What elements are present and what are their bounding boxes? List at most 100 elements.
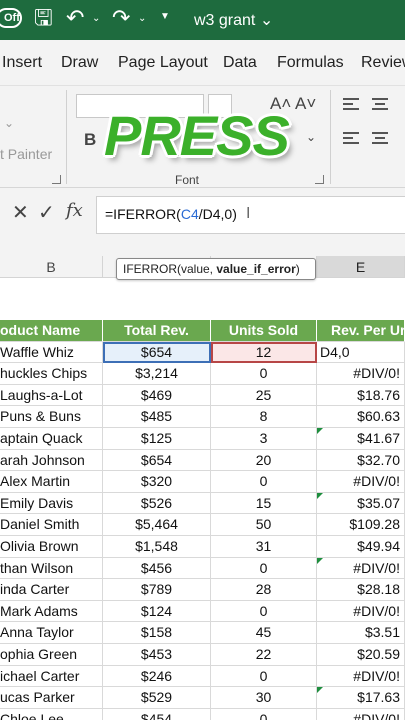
product-name-cell[interactable]: arah Johnson bbox=[0, 449, 103, 472]
total-rev-cell[interactable]: $246 bbox=[103, 665, 211, 688]
autosave-toggle[interactable]: Off bbox=[0, 8, 22, 28]
product-name-cell[interactable]: huckles Chips bbox=[0, 363, 103, 385]
rev-per-unit-cell[interactable]: $18.76 bbox=[317, 384, 405, 407]
workbook-name[interactable]: w3 grant ⌄ bbox=[194, 10, 273, 30]
units-sold-cell[interactable]: 0 bbox=[211, 708, 317, 720]
units-sold-cell[interactable]: 28 bbox=[211, 579, 317, 601]
units-sold-cell[interactable]: 0 bbox=[211, 600, 317, 623]
insert-function-icon[interactable]: fx bbox=[66, 200, 83, 221]
tab-page-layout[interactable]: Page Layout bbox=[118, 54, 208, 72]
format-painter-label[interactable]: t Painter bbox=[0, 146, 52, 162]
tab-insert[interactable]: Insert bbox=[2, 54, 42, 72]
align-left-icon[interactable] bbox=[343, 132, 359, 147]
total-rev-cell[interactable]: $529 bbox=[103, 687, 211, 709]
product-name-cell[interactable]: Puns & Buns bbox=[0, 406, 103, 428]
header-units-sold[interactable]: Units Sold bbox=[211, 320, 317, 342]
error-indicator-icon[interactable] bbox=[317, 492, 323, 499]
font-color-dropdown-icon[interactable]: ⌄ bbox=[306, 130, 316, 144]
total-rev-cell[interactable]: $654 bbox=[103, 449, 211, 472]
product-name-cell[interactable]: Chloe Lee bbox=[0, 708, 103, 720]
units-sold-cell[interactable]: 0 bbox=[211, 665, 317, 688]
rev-per-unit-cell[interactable]: $35.07 bbox=[317, 492, 405, 515]
align-center-icon[interactable] bbox=[372, 132, 388, 147]
header-rev-per-unit[interactable]: Rev. Per Ur bbox=[317, 320, 405, 342]
units-sold-cell[interactable]: 8 bbox=[211, 406, 317, 428]
shrink-font-icon[interactable]: A˅ bbox=[295, 94, 316, 114]
total-rev-cell[interactable]: $1,548 bbox=[103, 536, 211, 558]
total-rev-cell[interactable]: $125 bbox=[103, 428, 211, 450]
total-rev-cell[interactable]: $454 bbox=[103, 708, 211, 720]
product-name-cell[interactable]: than Wilson bbox=[0, 557, 103, 580]
rev-per-unit-cell[interactable]: $60.63 bbox=[317, 406, 405, 428]
product-name-cell[interactable]: ichael Carter bbox=[0, 665, 103, 688]
total-rev-cell[interactable]: $5,464 bbox=[103, 514, 211, 536]
rev-per-unit-cell[interactable]: $41.67 bbox=[317, 428, 405, 450]
error-indicator-icon[interactable] bbox=[317, 428, 323, 434]
paste-dropdown-icon[interactable]: ⌄ bbox=[4, 116, 14, 130]
units-sold-cell[interactable]: 30 bbox=[211, 687, 317, 709]
rev-per-unit-cell[interactable]: $3.51 bbox=[317, 622, 405, 644]
product-name-cell[interactable]: Emily Davis bbox=[0, 492, 103, 515]
rev-per-unit-cell[interactable]: $109.28 bbox=[317, 514, 405, 536]
tab-draw[interactable]: Draw bbox=[61, 54, 98, 72]
cancel-icon[interactable]: ✕ bbox=[12, 200, 29, 225]
product-name-cell[interactable]: inda Carter bbox=[0, 579, 103, 601]
units-sold-cell[interactable]: 20 bbox=[211, 449, 317, 472]
total-rev-cell[interactable]: $3,214 bbox=[103, 363, 211, 385]
error-indicator-icon[interactable] bbox=[317, 687, 323, 694]
units-sold-cell[interactable]: 31 bbox=[211, 536, 317, 558]
bold-button[interactable]: B bbox=[84, 130, 96, 150]
product-name-cell[interactable]: Olivia Brown bbox=[0, 536, 103, 558]
clipboard-launcher-icon[interactable] bbox=[52, 175, 61, 184]
rev-per-unit-cell[interactable]: #DIV/0! bbox=[317, 708, 405, 720]
function-tooltip[interactable]: IFERROR(value, value_if_error) bbox=[116, 258, 316, 280]
customize-toolbar-icon[interactable]: ▼ bbox=[160, 11, 170, 22]
rev-per-unit-cell[interactable]: #DIV/0! bbox=[317, 471, 405, 493]
undo-dropdown-icon[interactable]: ⌄ bbox=[92, 13, 100, 24]
total-rev-cell[interactable]: $456 bbox=[103, 557, 211, 580]
column-header-b[interactable]: B bbox=[0, 256, 103, 278]
total-rev-cell[interactable]: $158 bbox=[103, 622, 211, 644]
rev-per-unit-cell[interactable]: D4,0 bbox=[317, 341, 405, 364]
total-rev-cell[interactable]: $320 bbox=[103, 471, 211, 493]
product-name-cell[interactable]: ucas Parker bbox=[0, 687, 103, 709]
header-total-rev[interactable]: Total Rev. bbox=[103, 320, 211, 342]
units-sold-cell[interactable]: 25 bbox=[211, 384, 317, 407]
column-header-e[interactable]: E bbox=[317, 256, 405, 278]
error-indicator-icon[interactable] bbox=[317, 557, 323, 564]
product-name-cell[interactable]: Daniel Smith bbox=[0, 514, 103, 536]
units-sold-cell[interactable]: 15 bbox=[211, 492, 317, 515]
align-top-icon[interactable] bbox=[343, 98, 359, 113]
total-rev-cell[interactable]: $789 bbox=[103, 579, 211, 601]
redo-dropdown-icon[interactable]: ⌄ bbox=[138, 13, 146, 24]
redo-icon[interactable]: ↷ bbox=[112, 6, 130, 30]
align-middle-icon[interactable] bbox=[372, 98, 388, 113]
units-sold-cell[interactable]: 0 bbox=[211, 471, 317, 493]
product-name-cell[interactable]: Mark Adams bbox=[0, 600, 103, 623]
total-rev-cell[interactable]: $654 bbox=[103, 341, 211, 364]
rev-per-unit-cell[interactable]: #DIV/0! bbox=[317, 557, 405, 580]
rev-per-unit-cell[interactable]: #DIV/0! bbox=[317, 665, 405, 688]
units-sold-cell[interactable]: 0 bbox=[211, 363, 317, 385]
formula-input[interactable]: =IFERROR(C4/D4,0) bbox=[96, 196, 405, 234]
product-name-cell[interactable]: Alex Martin bbox=[0, 471, 103, 493]
tab-formulas[interactable]: Formulas bbox=[277, 54, 344, 72]
rev-per-unit-cell[interactable]: #DIV/0! bbox=[317, 363, 405, 385]
tab-data[interactable]: Data bbox=[223, 54, 257, 72]
rev-per-unit-cell[interactable]: $20.59 bbox=[317, 644, 405, 666]
rev-per-unit-cell[interactable]: $32.70 bbox=[317, 449, 405, 472]
header-product-name[interactable]: oduct Name bbox=[0, 320, 103, 342]
total-rev-cell[interactable]: $453 bbox=[103, 644, 211, 666]
units-sold-cell[interactable]: 3 bbox=[211, 428, 317, 450]
total-rev-cell[interactable]: $485 bbox=[103, 406, 211, 428]
rev-per-unit-cell[interactable]: #DIV/0! bbox=[317, 600, 405, 623]
product-name-cell[interactable]: ophia Green bbox=[0, 644, 103, 666]
product-name-cell[interactable]: Laughs-a-Lot bbox=[0, 384, 103, 407]
save-icon[interactable]: 🖫 bbox=[34, 6, 53, 30]
total-rev-cell[interactable]: $124 bbox=[103, 600, 211, 623]
product-name-cell[interactable]: Waffle Whiz bbox=[0, 341, 103, 364]
units-sold-cell[interactable]: 12 bbox=[211, 341, 317, 364]
enter-icon[interactable]: ✓ bbox=[38, 200, 55, 225]
units-sold-cell[interactable]: 50 bbox=[211, 514, 317, 536]
units-sold-cell[interactable]: 45 bbox=[211, 622, 317, 644]
